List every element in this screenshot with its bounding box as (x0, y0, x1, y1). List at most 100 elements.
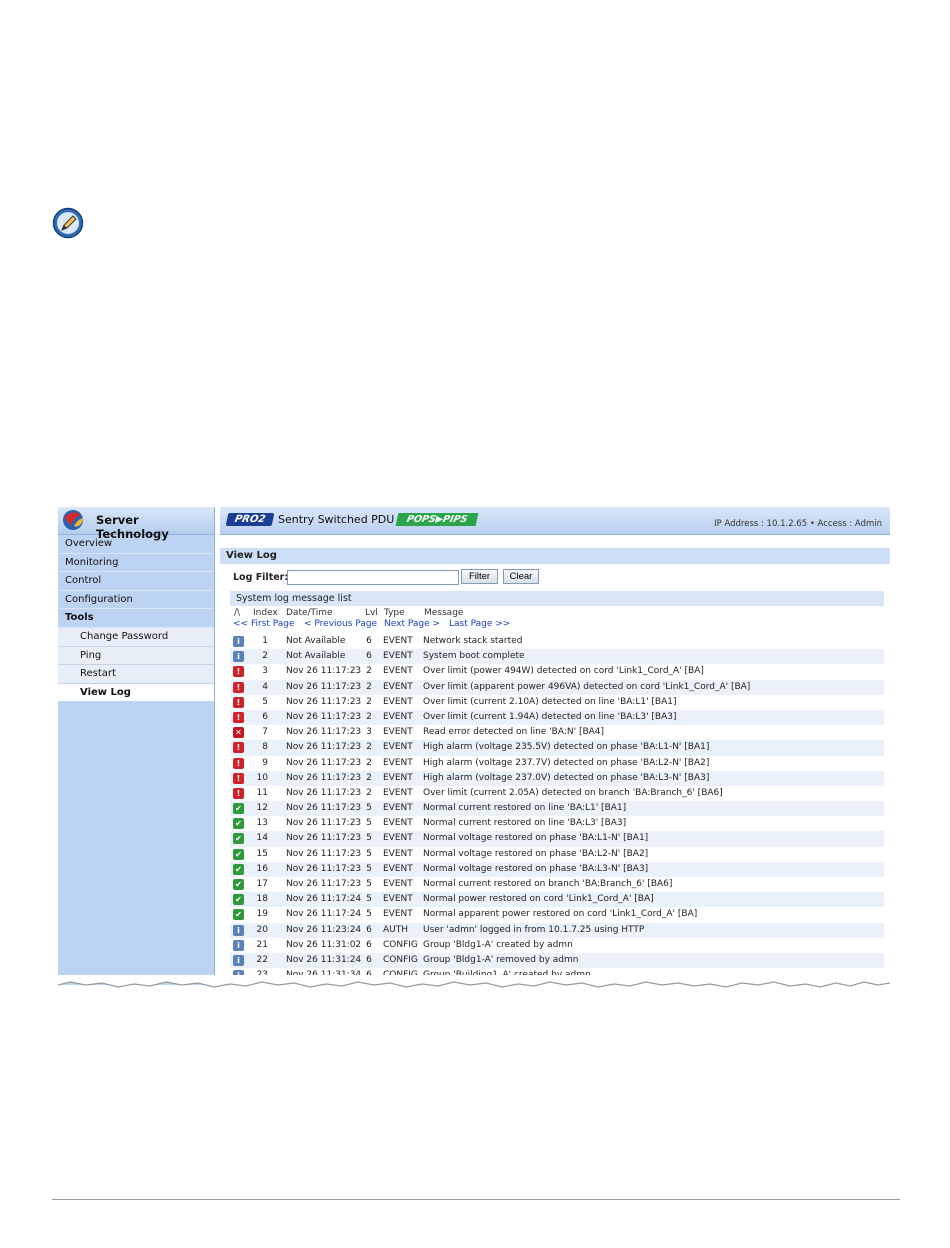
row-index: 15 (256, 848, 268, 859)
table-row: ✔ 13 Nov 26 11:17:23 5 EVENT Normal current r… (230, 816, 884, 831)
row-type: EVENT (383, 651, 413, 662)
sidebar-item-view-log[interactable]: View Log (58, 683, 214, 703)
row-datetime: Nov 26 11:31:24 (286, 954, 362, 965)
table-row: i 22 Nov 26 11:31:24 6 CONFIG Group 'Bldg1-A'… (230, 952, 884, 969)
alarm-icon: ! (233, 711, 244, 723)
row-index: 12 (256, 803, 268, 814)
ok-icon: ✔ (233, 818, 244, 830)
row-message: Over limit (current 2.05A) detected on b… (423, 787, 723, 798)
row-level: 5 (366, 848, 372, 859)
sidebar-item-configuration[interactable]: Configuration (58, 591, 214, 610)
row-type: EVENT (383, 848, 413, 859)
row-type: EVENT (383, 696, 413, 707)
row-level: 6 (366, 924, 372, 935)
row-level: 5 (366, 894, 372, 905)
row-index: 14 (256, 833, 268, 844)
row-index: 18 (256, 894, 268, 905)
row-message: Over limit (apparent power 496VA) detect… (423, 681, 751, 692)
table-row: i 1 Not Available 6 EVENT Network stack start… (230, 634, 884, 649)
row-level: 6 (366, 954, 372, 965)
row-datetime: Nov 26 11:17:23 (286, 742, 362, 753)
row-index: 10 (256, 772, 268, 783)
row-type: EVENT (383, 787, 413, 798)
row-datetime: Nov 26 11:17:23 (286, 848, 362, 859)
row-index: 13 (256, 818, 268, 829)
row-index: 8 (262, 742, 268, 753)
row-type: EVENT (383, 757, 413, 768)
pops-pips-badge: POPS▶PIPS (395, 513, 479, 526)
row-message: Over limit (current 2.10A) detected on l… (423, 696, 677, 707)
table-row: i 2 Not Available 6 EVENT System boot complet… (230, 649, 884, 665)
row-datetime: Nov 26 11:17:23 (286, 863, 362, 874)
row-type: EVENT (383, 681, 413, 692)
log-table: i 1 Not Available 6 EVENT Network stack start… (230, 634, 884, 983)
row-message: High alarm (voltage 237.0V) detected on … (423, 772, 710, 783)
sidebar-item-change-password[interactable]: Change Password (58, 627, 214, 647)
clear-button[interactable]: Clear (503, 569, 539, 584)
row-type: CONFIG (383, 954, 418, 965)
table-row: ✔ 14 Nov 26 11:17:23 5 EVENT Normal voltage r… (230, 831, 884, 847)
row-datetime: Nov 26 11:17:23 (286, 879, 362, 889)
row-level: 6 (366, 636, 372, 646)
row-type: EVENT (383, 772, 413, 783)
row-index: 17 (256, 879, 268, 889)
alarm-icon: ! (233, 666, 244, 678)
row-index: 22 (256, 954, 268, 965)
alarm-icon: ! (233, 681, 244, 693)
error-icon: ✕ (233, 727, 244, 739)
row-message: High alarm (voltage 237.7V) detected on … (423, 757, 710, 768)
previous-page-link[interactable]: < Previous Page (304, 619, 377, 629)
row-type: EVENT (383, 909, 413, 920)
row-type: EVENT (383, 833, 413, 844)
log-filter-label: Log Filter: (233, 572, 289, 583)
brand-name: Server Technology (96, 513, 169, 541)
sidebar-item-tools[interactable]: Tools (58, 609, 214, 628)
table-row: ✔ 15 Nov 26 11:17:23 5 EVENT Normal voltage r… (230, 847, 884, 862)
row-datetime: Nov 26 11:17:23 (286, 681, 362, 692)
footer-rule (52, 1199, 900, 1200)
row-level: 2 (366, 787, 372, 798)
row-level: 5 (366, 863, 372, 874)
filter-button[interactable]: Filter (461, 569, 498, 584)
alarm-icon: ! (233, 787, 244, 799)
row-datetime: Nov 26 11:17:23 (286, 772, 362, 783)
row-datetime: Nov 26 11:17:23 (286, 666, 362, 677)
row-index: 19 (256, 909, 268, 920)
row-type: EVENT (383, 636, 413, 646)
row-type: EVENT (383, 879, 413, 889)
ok-icon: ✔ (233, 894, 244, 906)
row-level: 2 (366, 742, 372, 753)
row-message: Over limit (power 494W) detected on cord… (423, 666, 704, 677)
row-index: 9 (262, 757, 268, 768)
table-row: ! 3 Nov 26 11:17:23 2 EVENT Over limit (power… (230, 664, 884, 679)
row-message: Group 'Bldg1-A' created by admn (423, 939, 573, 950)
row-datetime: Nov 26 11:17:23 (286, 818, 362, 829)
table-row: i 20 Nov 26 11:23:24 6 AUTH User 'admn' logge… (230, 922, 884, 938)
sidebar-item-ping[interactable]: Ping (58, 646, 214, 666)
sidebar-item-monitoring[interactable]: Monitoring (58, 554, 214, 573)
next-page-link[interactable]: Next Page > (384, 619, 440, 629)
table-row: ! 8 Nov 26 11:17:23 2 EVENT High alarm (volta… (230, 740, 884, 756)
row-index: 11 (256, 787, 268, 798)
row-datetime: Nov 26 11:17:23 (286, 711, 362, 722)
first-page-link[interactable]: << First Page (233, 619, 295, 629)
row-level: 2 (366, 711, 372, 722)
log-filter-input[interactable] (287, 570, 459, 585)
info-icon: i (233, 651, 244, 663)
row-level: 3 (366, 727, 372, 738)
row-level: 5 (366, 818, 372, 829)
row-datetime: Nov 26 11:17:24 (286, 894, 362, 905)
sidebar-item-restart[interactable]: Restart (58, 665, 214, 684)
row-type: EVENT (383, 742, 413, 753)
row-datetime: Nov 26 11:17:24 (286, 909, 362, 920)
table-row: ! 9 Nov 26 11:17:23 2 EVENT High alarm (volta… (230, 756, 884, 771)
sidebar-item-control[interactable]: Control (58, 572, 214, 591)
row-datetime: Nov 26 11:17:23 (286, 803, 362, 814)
row-message: System boot complete (423, 651, 525, 662)
row-message: Normal voltage restored on phase 'BA:L1-… (423, 833, 649, 844)
row-datetime: Nov 26 11:17:23 (286, 757, 362, 768)
table-row: ✔ 17 Nov 26 11:17:23 5 EVENT Normal current r… (230, 877, 884, 892)
last-page-link[interactable]: Last Page >> (449, 619, 510, 629)
row-type: EVENT (383, 711, 413, 722)
row-message: User 'admn' logged in from 10.1.7.25 usi… (423, 924, 645, 935)
